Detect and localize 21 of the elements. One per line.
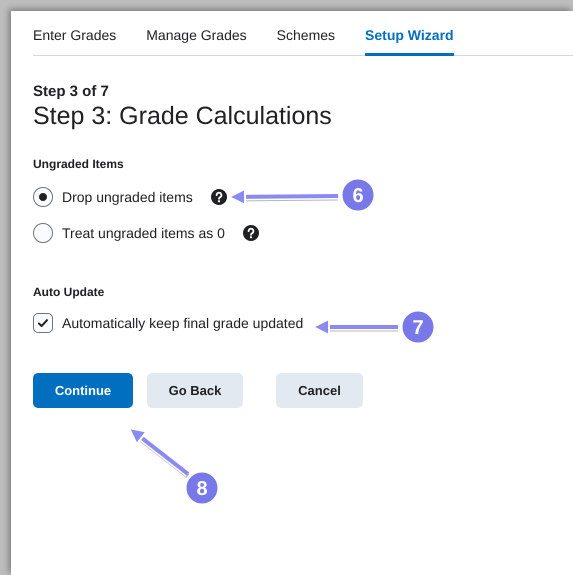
callout-arrow [128,427,190,478]
option-label: Drop ungraded items [62,189,193,205]
radio-button[interactable] [33,223,53,243]
checkbox[interactable] [33,313,53,333]
checkbox-label: Automatically keep final grade updated [62,315,304,331]
action-button[interactable]: Cancel [276,373,363,408]
page-title: Step 3: Grade Calculations [33,102,333,131]
action-button[interactable]: Go Back [147,373,243,408]
checkmark-icon [37,317,49,329]
help-icon[interactable] [210,189,227,205]
step-counter: Step 3 of 7 [33,83,110,100]
continue-button[interactable]: Continue [33,373,133,408]
section-heading: Ungraded Items [33,157,125,171]
option-label: Treat ungraded items as 0 [62,225,225,241]
tab[interactable]: Setup Wizard [365,27,454,56]
section-heading: Auto Update [33,285,106,299]
tab[interactable]: Schemes [276,27,336,56]
tab[interactable]: Manage Grades [146,27,247,56]
help-icon[interactable] [242,225,259,241]
tab[interactable]: Enter Grades [33,27,116,56]
radio-button[interactable] [33,187,53,207]
